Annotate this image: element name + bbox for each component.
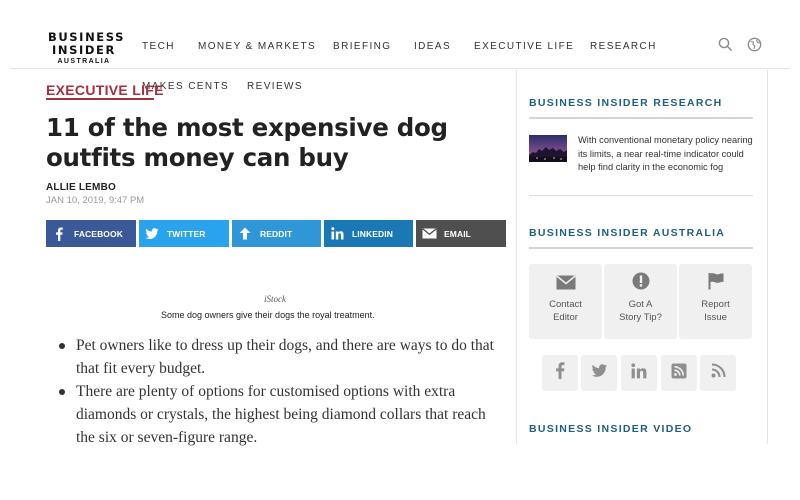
sidebar-border-left [516,70,517,444]
email-icon [416,228,442,239]
share-email-button[interactable]: EMAIL [416,220,506,247]
share-linkedin-button[interactable]: LINKEDIN [324,220,413,247]
tile-label-line1: Report [701,299,730,310]
linkedin-icon [631,362,647,384]
share-twitter-label: TWITTER [167,228,206,239]
twitter-icon [139,227,165,240]
image-caption: Some dog owners give their dogs the roya… [161,310,375,320]
nav-item-tech[interactable]: TECH [142,41,175,52]
search-icon[interactable] [718,37,733,52]
section-label[interactable]: EXECUTIVE LIFE [46,82,164,98]
alert-icon [632,272,650,294]
sidebar-heading-research[interactable]: BUSINESS INSIDER RESEARCH [529,97,723,109]
nav-item-briefing[interactable]: BRIEFING [333,41,391,52]
share-reddit-label: REDDIT [260,228,293,239]
sidebar-divider [529,195,753,196]
sidebar-heading-video[interactable]: BUSINESS INSIDER VIDEO [529,423,692,435]
tile-label-line2: Editor [553,312,578,323]
rss-icon [711,363,726,383]
share-facebook-button[interactable]: FACEBOOK [46,220,136,247]
twitter-icon [591,363,608,383]
contact-editor-button[interactable]: Contact Editor [529,264,602,339]
social-twitter-button[interactable] [581,355,617,391]
globe-icon[interactable] [747,37,762,52]
story-tip-button[interactable]: Got A Story Tip? [604,264,677,339]
flag-icon [707,272,725,294]
tile-label-line2: Story Tip? [619,312,662,323]
share-twitter-button[interactable]: TWITTER [139,220,229,247]
sidebar-heading-australia[interactable]: BUSINESS INSIDER AUSTRALIA [529,227,725,239]
story-thumbnail[interactable] [529,135,567,162]
share-reddit-button[interactable]: REDDIT [232,220,321,247]
article-date: JAN 10, 2019, 9:47 PM [46,195,145,206]
tile-label-line1: Got A [628,299,653,310]
arrow-up-icon [232,227,258,240]
envelope-icon [555,275,576,294]
list-item: There are plenty of options for customis… [58,380,504,449]
tile-label-line2: Issue [704,312,727,323]
social-facebook-button[interactable] [542,355,578,391]
linkedin-icon [324,227,350,240]
logo-line-2: INSIDER [52,43,116,57]
header-icons [718,37,762,52]
header-divider [10,68,790,69]
section-underline [46,98,154,100]
article-author[interactable]: ALLIE LEMBO [46,182,116,193]
article-headline: 11 of the most expensive dog outfits mon… [46,113,448,172]
sidebar-divider [529,117,753,119]
facebook-icon [46,227,72,241]
report-issue-button[interactable]: Report Issue [679,264,752,339]
share-linkedin-label: LINKEDIN [352,228,393,239]
image-credit: iStock [264,294,286,304]
social-rss-feed-button[interactable] [661,355,697,391]
logo-line-3: AUSTRALIA [57,58,111,65]
social-linkedin-button[interactable] [621,355,657,391]
tile-label-line1: Contact [549,299,582,310]
nav-item-ideas[interactable]: IDEAS [414,41,451,52]
share-facebook-label: FACEBOOK [74,228,123,239]
sidebar-border-right [767,70,768,444]
facebook-icon [555,362,565,384]
nav-item-research[interactable]: RESEARCH [590,41,657,52]
sidebar-story-link[interactable]: With conventional monetary policy nearin… [578,134,756,175]
article-summary-bullets: Pet owners like to dress up their dogs, … [58,334,504,449]
social-rss-button[interactable] [700,355,736,391]
subnav-item-reviews[interactable]: REVIEWS [247,81,303,92]
rss-feed-icon [671,363,687,384]
nav-item-executive-life[interactable]: EXECUTIVE LIFE [474,41,574,52]
list-item: Pet owners like to dress up their dogs, … [58,334,504,380]
site-logo[interactable]: BUSINESS INSIDER AUSTRALIA [48,31,123,66]
nav-item-money-markets[interactable]: MONEY & MARKETS [198,41,316,52]
sidebar-divider [529,247,753,249]
share-email-label: EMAIL [444,228,471,239]
